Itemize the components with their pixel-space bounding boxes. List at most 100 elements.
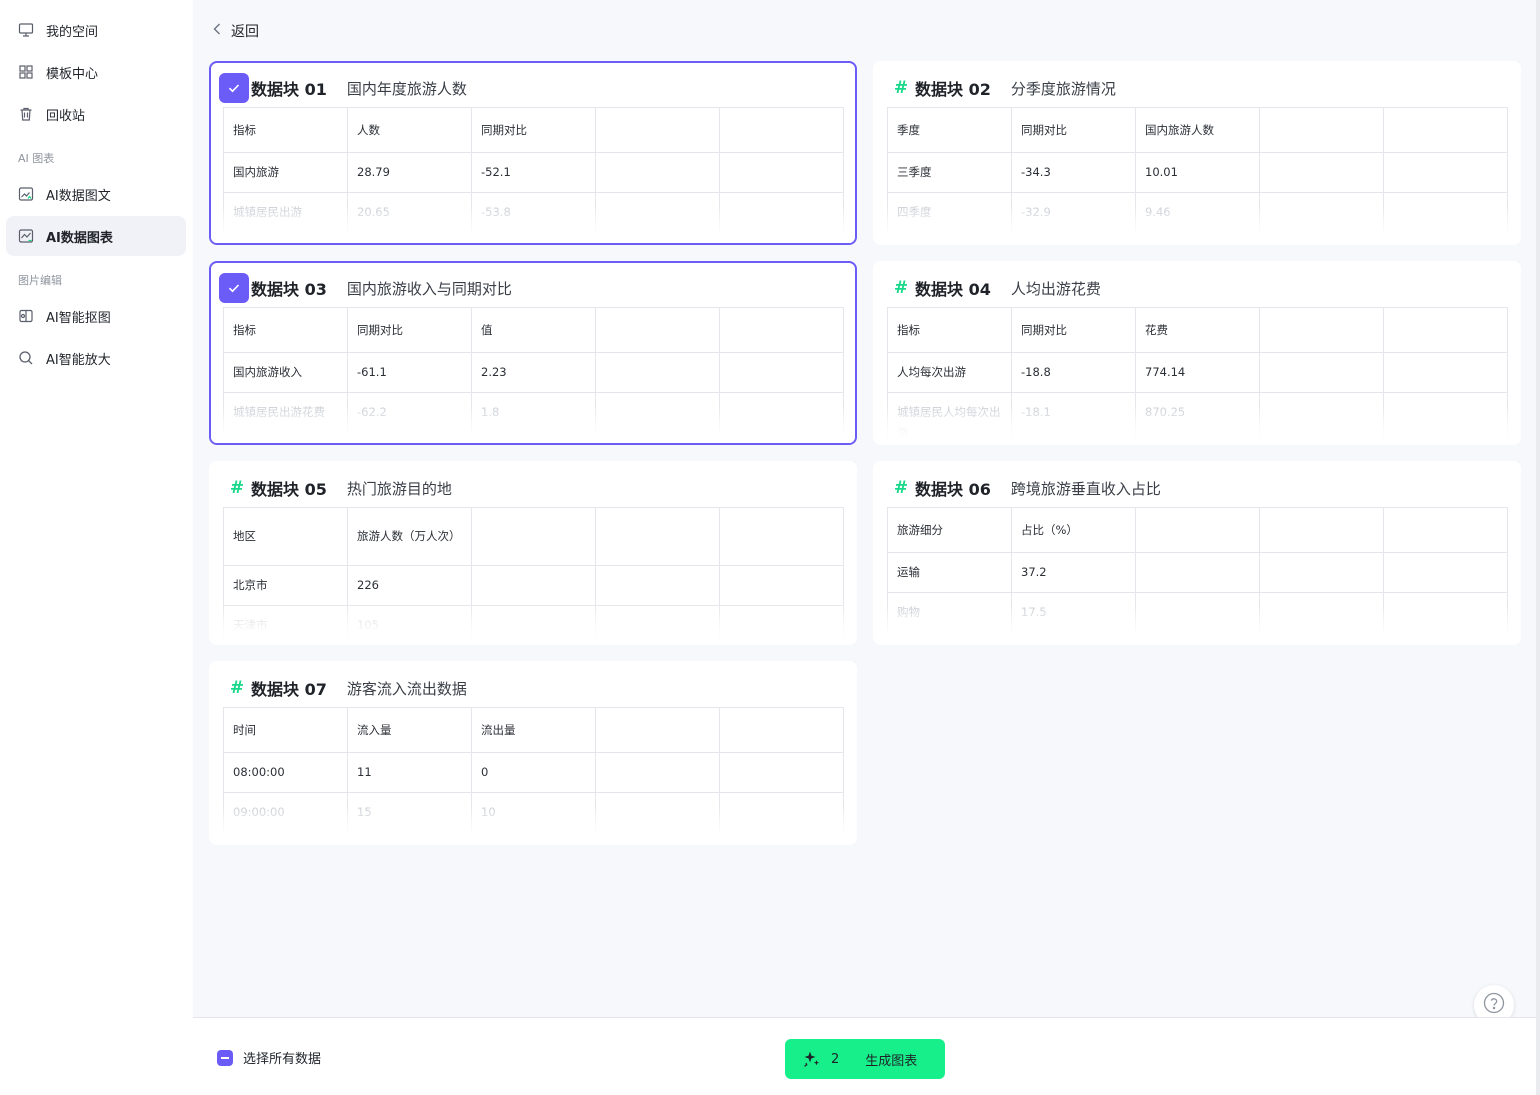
- table-cell[interactable]: [1259, 192, 1384, 233]
- table-cell[interactable]: [1135, 592, 1260, 633]
- data-block-card[interactable]: # 数据块 06 跨境旅游垂直收入占比 旅游细分 占比（%） 运输 37.2 购物 17.5: [873, 461, 1521, 645]
- table-cell[interactable]: [719, 352, 844, 393]
- data-block-card[interactable]: # 数据块 07 游客流入流出数据 时间 流入量 流出量 08:00:00 11 0 09:00:…: [209, 661, 857, 845]
- table-cell[interactable]: 10: [471, 792, 596, 833]
- table-cell[interactable]: 地区: [223, 507, 348, 566]
- table-cell[interactable]: [719, 192, 844, 233]
- table-cell[interactable]: [1383, 307, 1508, 353]
- table-cell[interactable]: 值: [471, 307, 596, 353]
- table-cell[interactable]: 10.01: [1135, 152, 1260, 193]
- table-cell[interactable]: [719, 392, 844, 433]
- table-cell[interactable]: [1383, 507, 1508, 553]
- table-cell[interactable]: 季度: [887, 107, 1012, 153]
- table-cell[interactable]: -61.1: [347, 352, 472, 393]
- table-cell[interactable]: 天津市: [223, 605, 348, 643]
- table-cell[interactable]: 17.5: [1011, 592, 1136, 633]
- table-cell[interactable]: 国内旅游人数: [1135, 107, 1260, 153]
- sidebar-item-ai-cutout[interactable]: AI智能抠图: [6, 296, 186, 336]
- table-cell[interactable]: [595, 605, 720, 643]
- hash-icon[interactable]: #: [889, 478, 913, 498]
- table-cell[interactable]: 旅游细分: [887, 507, 1012, 553]
- table-cell[interactable]: 旅游人数（万人次）: [347, 507, 472, 566]
- table-cell[interactable]: [1259, 307, 1384, 353]
- table-cell[interactable]: 指标: [223, 107, 348, 153]
- table-cell[interactable]: [1259, 392, 1384, 443]
- table-cell[interactable]: 28.79: [347, 152, 472, 193]
- table-cell[interactable]: [595, 152, 720, 193]
- table-cell[interactable]: [595, 307, 720, 353]
- table-cell[interactable]: [1383, 152, 1508, 193]
- generate-chart-button[interactable]: 2 生成图表: [785, 1039, 945, 1079]
- table-cell[interactable]: [1383, 107, 1508, 153]
- table-cell[interactable]: [1259, 507, 1384, 553]
- data-block-card[interactable]: # 数据块 05 热门旅游目的地 地区 旅游人数（万人次） 北京市 226 天津市 105: [209, 461, 857, 645]
- table-cell[interactable]: 226: [347, 565, 472, 606]
- sidebar-item-ai-data-image[interactable]: AI数据图文: [6, 174, 186, 214]
- table-cell[interactable]: -62.2: [347, 392, 472, 433]
- table-cell[interactable]: [595, 565, 720, 606]
- table-cell[interactable]: [719, 792, 844, 833]
- table-cell[interactable]: 09:00:00: [223, 792, 348, 833]
- table-cell[interactable]: 0: [471, 752, 596, 793]
- table-cell[interactable]: 1.8: [471, 392, 596, 433]
- table-cell[interactable]: [719, 752, 844, 793]
- table-cell[interactable]: 城镇居民出游: [223, 192, 348, 233]
- table-cell[interactable]: 购物: [887, 592, 1012, 633]
- table-cell[interactable]: [1259, 107, 1384, 153]
- table-cell[interactable]: -53.8: [471, 192, 596, 233]
- hash-icon[interactable]: #: [225, 678, 249, 698]
- table-cell[interactable]: 870.25: [1135, 392, 1260, 443]
- data-block-card[interactable]: # 数据块 02 分季度旅游情况 季度 同期对比 国内旅游人数 三季度 -34.3 10.01 四…: [873, 61, 1521, 245]
- table-cell[interactable]: -18.8: [1011, 352, 1136, 393]
- table-cell[interactable]: 人数: [347, 107, 472, 153]
- table-cell[interactable]: 指标: [223, 307, 348, 353]
- table-cell[interactable]: [719, 565, 844, 606]
- scrollbar-track[interactable]: [1536, 0, 1540, 1095]
- table-cell[interactable]: [1259, 552, 1384, 593]
- table-cell[interactable]: 同期对比: [471, 107, 596, 153]
- sidebar-item-ai-upscale[interactable]: AI智能放大: [6, 338, 186, 378]
- table-cell[interactable]: [471, 605, 596, 643]
- data-block-card[interactable]: # 数据块 04 人均出游花费 指标 同期对比 花费 人均每次出游 -18.8 774.14 城镇…: [873, 261, 1521, 445]
- table-cell[interactable]: 105: [347, 605, 472, 643]
- table-cell[interactable]: 占比（%）: [1011, 507, 1136, 553]
- table-cell[interactable]: [1383, 592, 1508, 633]
- checkbox-checked-icon[interactable]: [219, 73, 249, 103]
- table-cell[interactable]: [1383, 392, 1508, 443]
- table-cell[interactable]: [1135, 507, 1260, 553]
- sidebar-item-recycle-bin[interactable]: 回收站: [6, 94, 186, 134]
- table-cell[interactable]: -52.1: [471, 152, 596, 193]
- table-cell[interactable]: 同期对比: [1011, 307, 1136, 353]
- table-cell[interactable]: [1135, 552, 1260, 593]
- table-cell[interactable]: 9.46: [1135, 192, 1260, 233]
- table-cell[interactable]: [719, 152, 844, 193]
- select-all-checkbox[interactable]: 选择所有数据: [217, 1048, 321, 1067]
- hash-icon[interactable]: #: [889, 278, 913, 298]
- table-cell[interactable]: 11: [347, 752, 472, 793]
- table-cell[interactable]: 花费: [1135, 307, 1260, 353]
- table-cell[interactable]: [1259, 152, 1384, 193]
- data-block-card[interactable]: 数据块 01 国内年度旅游人数 指标 人数 同期对比 国内旅游 28.79 -52.1 城镇居民…: [209, 61, 857, 245]
- table-cell[interactable]: 城镇居民出游花费: [223, 392, 348, 433]
- table-cell[interactable]: 人均每次出游: [887, 352, 1012, 393]
- sidebar-item-ai-data-chart[interactable]: AI数据图表: [6, 216, 186, 256]
- table-cell[interactable]: [595, 352, 720, 393]
- table-cell[interactable]: 同期对比: [1011, 107, 1136, 153]
- table-cell[interactable]: -32.9: [1011, 192, 1136, 233]
- table-cell[interactable]: 运输: [887, 552, 1012, 593]
- table-cell[interactable]: [595, 392, 720, 433]
- table-cell[interactable]: [719, 507, 844, 566]
- table-cell[interactable]: 城镇居民人均每次出游: [887, 392, 1012, 443]
- table-cell[interactable]: [595, 507, 720, 566]
- table-cell[interactable]: [719, 605, 844, 643]
- table-cell[interactable]: [1383, 552, 1508, 593]
- sidebar-item-my-space[interactable]: 我的空间: [6, 10, 186, 50]
- sidebar-item-templates[interactable]: 模板中心: [6, 52, 186, 92]
- table-cell[interactable]: 流入量: [347, 707, 472, 753]
- table-cell[interactable]: 2.23: [471, 352, 596, 393]
- table-cell[interactable]: 37.2: [1011, 552, 1136, 593]
- checkbox-checked-icon[interactable]: [219, 273, 249, 303]
- table-cell[interactable]: [1383, 192, 1508, 233]
- table-cell[interactable]: [595, 752, 720, 793]
- table-cell[interactable]: [595, 192, 720, 233]
